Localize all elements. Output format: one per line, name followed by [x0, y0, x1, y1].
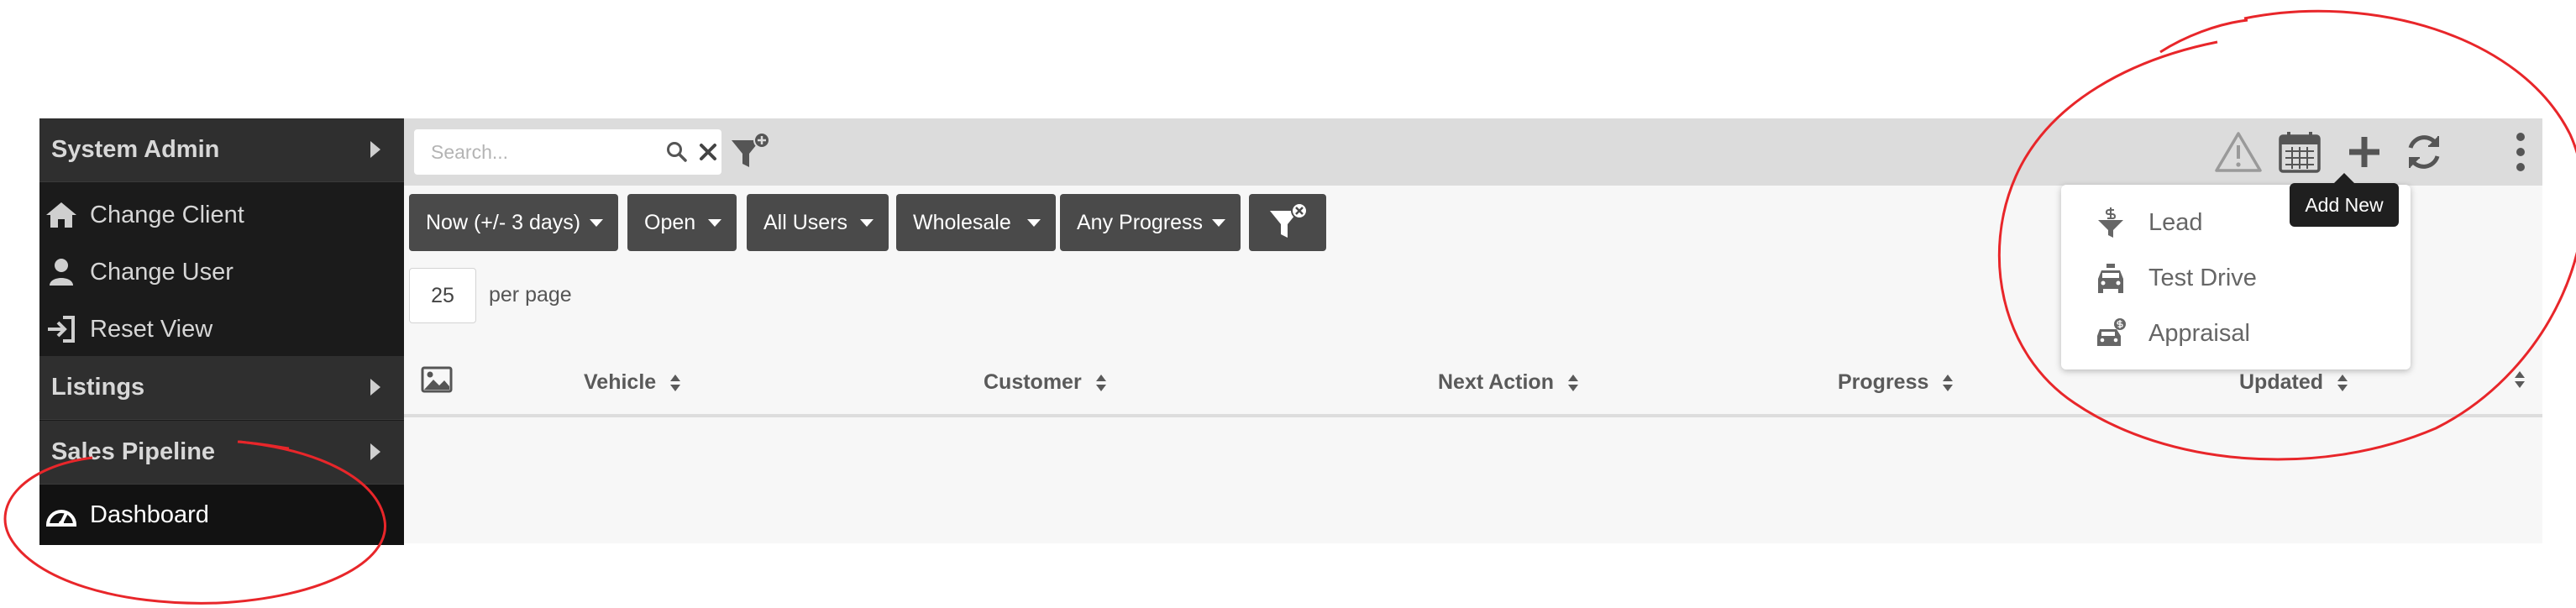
dropdown-label: Any Progress — [1077, 210, 1204, 234]
caret-down-icon — [708, 219, 721, 227]
date-range-dropdown[interactable]: Now (+/- 3 days) — [409, 194, 618, 251]
dropdown-label: Open — [644, 210, 696, 234]
sort-icon — [670, 374, 681, 391]
calendar-icon[interactable] — [2277, 130, 2322, 174]
user-icon — [50, 259, 73, 286]
caret-right-icon — [370, 443, 380, 460]
home-icon — [46, 202, 76, 228]
search-icon[interactable] — [666, 141, 688, 163]
sort-icon — [2515, 371, 2525, 388]
users-dropdown[interactable]: All Users — [747, 194, 889, 251]
add-new-tooltip: Add New — [2290, 183, 2399, 227]
sidebar-item-label: Dashboard — [90, 501, 209, 528]
refresh-icon[interactable] — [2403, 131, 2445, 173]
clear-filters-button[interactable] — [1249, 194, 1326, 251]
plus-icon[interactable] — [2346, 134, 2383, 170]
column-label: Next Action — [1438, 370, 1554, 394]
car-dollar-icon — [2097, 318, 2126, 346]
dropdown-label: All Users — [763, 210, 848, 234]
column-header-vehicle[interactable]: Vehicle — [584, 370, 681, 395]
column-label: Customer — [984, 370, 1082, 394]
sidebar-item-label: Change Client — [90, 201, 244, 228]
close-icon[interactable] — [698, 142, 718, 162]
sort-icon — [1095, 374, 1106, 391]
sidebar-section-listings[interactable]: Listings — [39, 356, 404, 420]
menu-item-label: Test Drive — [2148, 264, 2257, 291]
sidebar-section-system-admin[interactable]: System Admin — [39, 118, 404, 182]
sidebar-item-change-user[interactable]: Change User — [39, 244, 404, 301]
dropdown-label: Now (+/- 3 days) — [426, 210, 581, 234]
sidebar-section-label: Listings — [51, 374, 145, 401]
column-header-updated[interactable]: Updated — [2239, 370, 2348, 395]
image-icon — [421, 366, 453, 393]
menu-item-appraisal[interactable]: Appraisal — [2061, 306, 2411, 361]
sort-icon — [1943, 374, 1954, 391]
sidebar-item-dashboard[interactable]: Dashboard — [39, 485, 404, 545]
caret-right-icon — [370, 379, 380, 396]
sidebar-section-label: System Admin — [51, 136, 220, 163]
annotation-stroke-top — [2159, 18, 2248, 54]
dashboard-gauge-icon — [45, 510, 77, 527]
search-box — [414, 129, 721, 175]
sign-in-icon — [48, 316, 75, 343]
sidebar-item-reset-view[interactable]: Reset View — [39, 301, 404, 358]
sidebar: System Admin Change Client Change User R… — [39, 118, 404, 545]
taxi-icon — [2098, 264, 2123, 293]
sidebar-item-change-client[interactable]: Change Client — [39, 186, 404, 244]
dropdown-label: Wholesale — [913, 210, 1011, 234]
filter-remove-icon — [1270, 202, 1308, 238]
column-label: Vehicle — [584, 370, 657, 394]
column-header-customer[interactable]: Customer — [984, 370, 1107, 395]
type-dropdown[interactable]: Wholesale — [896, 194, 1056, 251]
menu-item-label: Appraisal — [2148, 319, 2250, 347]
menu-item-label: Lead — [2148, 208, 2203, 236]
menu-item-test-drive[interactable]: Test Drive — [2061, 250, 2411, 306]
status-dropdown[interactable]: Open — [627, 194, 737, 251]
caret-down-icon — [1027, 219, 1041, 227]
more-vertical-icon[interactable] — [2514, 130, 2527, 174]
column-label: Updated — [2239, 370, 2323, 394]
caret-down-icon — [590, 219, 603, 227]
progress-dropdown[interactable]: Any Progress — [1060, 194, 1241, 251]
sort-icon — [1567, 374, 1578, 391]
warning-icon[interactable] — [2214, 130, 2263, 174]
top-toolbar — [404, 118, 2542, 186]
column-header-next-action[interactable]: Next Action — [1438, 370, 1579, 395]
sidebar-section-sales-pipeline[interactable]: Sales Pipeline — [39, 421, 404, 485]
sidebar-item-label: Reset View — [90, 315, 213, 343]
column-label: Progress — [1838, 370, 1929, 394]
column-header-extra[interactable] — [2514, 370, 2526, 389]
column-header-progress[interactable]: Progress — [1838, 370, 1954, 395]
caret-down-icon — [860, 219, 874, 227]
tooltip-arrow — [2334, 173, 2354, 183]
per-page-input[interactable]: 25 — [409, 268, 476, 323]
caret-right-icon — [370, 141, 380, 158]
per-page-label: per page — [489, 283, 572, 307]
sidebar-item-label: Change User — [90, 258, 233, 286]
sidebar-section-label: Sales Pipeline — [51, 438, 216, 465]
funnel-dollar-icon — [2098, 207, 2123, 238]
sort-icon — [2337, 374, 2348, 391]
filter-add-icon[interactable] — [728, 130, 772, 174]
search-input[interactable] — [414, 129, 658, 175]
caret-down-icon — [1212, 219, 1225, 227]
